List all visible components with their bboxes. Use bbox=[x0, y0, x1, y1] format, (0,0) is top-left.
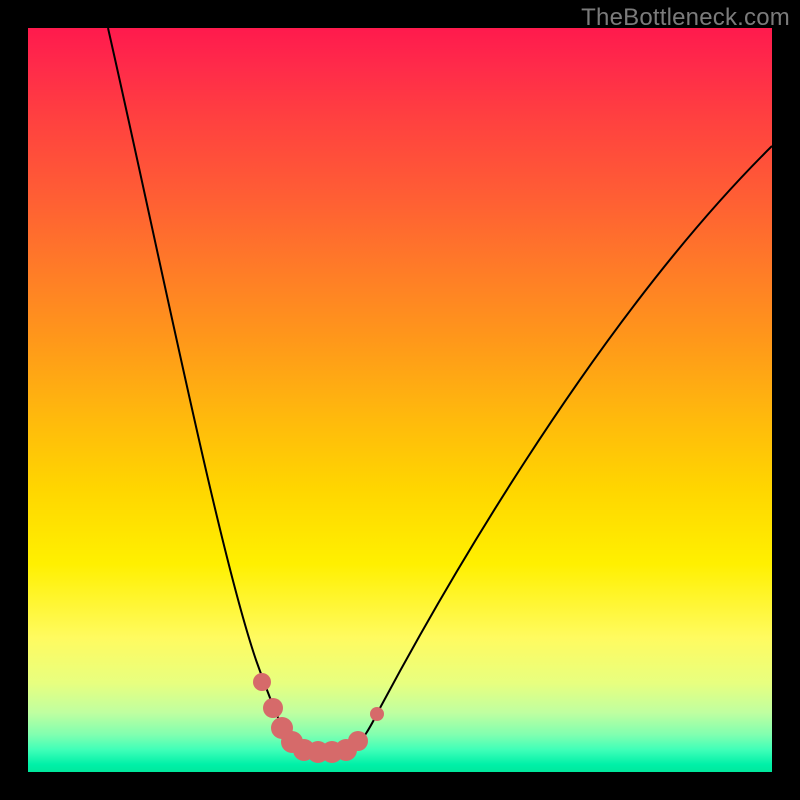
marker-dot bbox=[348, 731, 368, 751]
watermark-text: TheBottleneck.com bbox=[581, 4, 790, 32]
valley-markers bbox=[253, 673, 384, 763]
bottleneck-curve bbox=[108, 28, 772, 750]
chart-plot-area bbox=[28, 28, 772, 772]
chart-svg bbox=[28, 28, 772, 772]
marker-dot bbox=[370, 707, 384, 721]
marker-dot bbox=[263, 698, 283, 718]
marker-dot bbox=[253, 673, 271, 691]
